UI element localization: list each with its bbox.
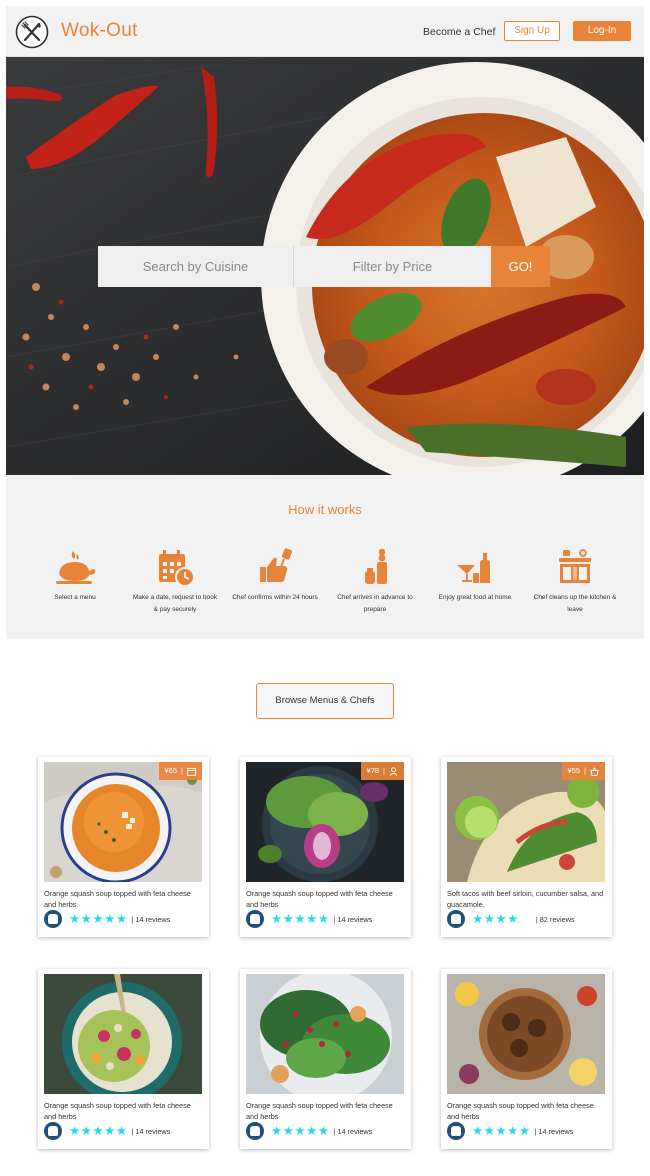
- brand-name[interactable]: Wok-Out: [61, 20, 138, 42]
- section-title: How it works: [288, 502, 362, 517]
- rating-row: ★★★★★ | 14 reviews: [447, 1122, 573, 1140]
- chef-avatar[interactable]: [246, 1122, 264, 1140]
- step-label: Enjoy great food at home: [438, 594, 512, 601]
- become-chef-link[interactable]: Become a Chef: [423, 26, 495, 38]
- filter-price-input[interactable]: Filter by Price: [294, 246, 491, 287]
- price-tag: ¥78 |: [360, 762, 404, 780]
- sign-up-button[interactable]: Sign Up: [504, 21, 560, 41]
- menu-card[interactable]: ¥55 | Soft tacos with beef sirloin, cucu…: [441, 757, 612, 937]
- calendar-icon: [187, 767, 196, 776]
- thumbs-up-spatula-icon: [260, 548, 293, 582]
- step-chef-confirms: Chef confirms within 24 hours: [231, 547, 319, 604]
- basket-icon: [590, 766, 599, 776]
- how-it-works-section: How it works Select a menu Make a date, …: [6, 475, 644, 639]
- separator: |: [383, 766, 385, 775]
- rating-row: ★★★★★ | 14 reviews: [44, 910, 170, 928]
- star-rating: ★★★★★: [69, 912, 128, 926]
- dish-description: Orange squash soup topped with feta chee…: [44, 1101, 191, 1121]
- review-count[interactable]: | 82 reviews: [536, 915, 575, 924]
- rating-row: ★★★★★ | 14 reviews: [246, 1122, 372, 1140]
- star-rating: ★★★★★: [69, 1124, 128, 1138]
- person-icon: [389, 766, 398, 776]
- go-button[interactable]: GO!: [491, 246, 550, 287]
- page-frame: Wok-Out Become a Chef Sign Up Log-In Sea…: [6, 6, 644, 1170]
- dish-description: Orange squash soup topped with feta chee…: [246, 1101, 393, 1121]
- separator: |: [181, 766, 183, 775]
- step-make-date: Make a date, request to book & pay secur…: [131, 547, 219, 615]
- search-bar: Search by Cuisine Filter by Price GO!: [98, 246, 550, 287]
- chef-avatar[interactable]: [447, 1122, 465, 1140]
- dish-description: Orange squash soup topped with feta chee…: [246, 889, 393, 909]
- hero-banner: Search by Cuisine Filter by Price GO!: [6, 57, 644, 475]
- dish-image: [44, 974, 202, 1094]
- review-count[interactable]: | 14 reviews: [334, 1127, 373, 1136]
- step-chef-cleans: Chef cleans up the kitchen & leave: [531, 547, 619, 615]
- chef-avatar[interactable]: [447, 910, 465, 928]
- price-tag: ¥65 |: [158, 762, 202, 780]
- calendar-clock-icon: [159, 550, 195, 587]
- kitchen-icon: [559, 549, 591, 583]
- chef-avatar[interactable]: [246, 910, 264, 928]
- roast-chicken-icon: [56, 551, 96, 584]
- price-value: ¥78: [366, 766, 380, 775]
- rating-row: ★★★★★ | 14 reviews: [246, 910, 372, 928]
- step-label: Chef arrives in advance to prepare: [337, 594, 413, 613]
- review-count[interactable]: | 14 reviews: [132, 1127, 171, 1136]
- dish-image: ¥65 |: [44, 762, 202, 882]
- step-select-menu: Select a menu: [31, 547, 119, 604]
- dish-image: ¥55 |: [447, 762, 605, 882]
- star-rating: ★★★★★: [271, 912, 330, 926]
- menu-card[interactable]: Orange squash soup topped with feta chee…: [240, 969, 411, 1149]
- rating-row: ★★★★★ | 14 reviews: [44, 1122, 170, 1140]
- star-rating: ★★★★★: [271, 1124, 330, 1138]
- step-label: Chef cleans up the kitchen & leave: [533, 594, 617, 613]
- chef-icon: [365, 549, 387, 584]
- price-value: ¥65: [164, 766, 178, 775]
- menu-card[interactable]: Orange squash soup topped with feta chee…: [441, 969, 612, 1149]
- dish-description: Orange squash soup topped with feta chee…: [447, 1101, 594, 1121]
- dish-image: [447, 974, 605, 1094]
- dish-image: [246, 974, 404, 1094]
- cocktail-bottle-icon: [457, 553, 490, 583]
- fork-knife-icon[interactable]: [15, 15, 49, 49]
- menu-card[interactable]: ¥78 | Orange squash soup topped with fet…: [240, 757, 411, 937]
- step-enjoy-food: Enjoy great food at home: [431, 547, 519, 604]
- chef-avatar[interactable]: [44, 910, 62, 928]
- dish-description: Orange squash soup topped with feta chee…: [44, 889, 191, 909]
- browse-menus-button[interactable]: Browse Menus & Chefs: [256, 683, 394, 719]
- review-count[interactable]: | 14 reviews: [334, 915, 373, 924]
- star-rating: ★★★★: [472, 912, 519, 926]
- dish-image: ¥78 |: [246, 762, 404, 882]
- review-count[interactable]: | 14 reviews: [535, 1127, 574, 1136]
- separator: |: [584, 766, 586, 775]
- chef-avatar[interactable]: [44, 1122, 62, 1140]
- step-chef-arrives: Chef arrives in advance to prepare: [331, 547, 419, 615]
- price-tag: ¥55 |: [561, 762, 605, 780]
- review-count[interactable]: | 14 reviews: [132, 915, 171, 924]
- top-nav: Wok-Out Become a Chef Sign Up Log-In: [6, 6, 644, 57]
- dish-description: Soft tacos with beef sirloin, cucumber s…: [447, 889, 604, 909]
- search-cuisine-input[interactable]: Search by Cuisine: [98, 246, 294, 287]
- rating-row: ★★★★ | 82 reviews: [447, 910, 575, 928]
- step-label: Make a date, request to book & pay secur…: [132, 594, 218, 613]
- log-in-button[interactable]: Log-In: [573, 21, 631, 41]
- step-label: Chef confirms within 24 hours: [232, 594, 318, 601]
- price-value: ¥55: [567, 766, 581, 775]
- menu-card[interactable]: ¥65 | Orange squash soup topped with fet…: [38, 757, 209, 937]
- star-rating: ★★★★★: [472, 1124, 531, 1138]
- step-label: Select a menu: [54, 594, 96, 601]
- menu-card[interactable]: Orange squash soup topped with feta chee…: [38, 969, 209, 1149]
